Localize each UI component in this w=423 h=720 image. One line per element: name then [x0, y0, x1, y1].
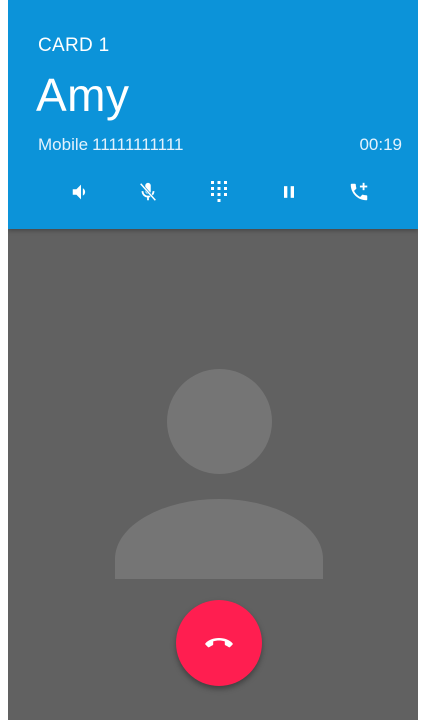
dialpad-icon: [211, 181, 227, 202]
add-call-button[interactable]: [339, 172, 379, 212]
sim-label: CARD 1: [38, 35, 110, 56]
mute-icon: [139, 182, 157, 202]
dialpad-button[interactable]: [199, 172, 239, 212]
end-call-icon: [205, 638, 233, 648]
speaker-button[interactable]: [61, 172, 101, 212]
add-call-icon: [350, 182, 368, 201]
avatar-body: [115, 499, 323, 579]
avatar-head: [167, 369, 272, 474]
caller-number-line: Mobile 11111111111: [38, 135, 183, 155]
caller-name: Amy: [36, 69, 130, 121]
call-timer: 00:19: [359, 135, 402, 154]
call-controls: [8, 172, 418, 212]
number-type: Mobile: [38, 135, 89, 154]
hold-button[interactable]: [269, 172, 309, 212]
mute-button[interactable]: [128, 172, 168, 212]
in-call-screen: CARD 1 Amy Mobile 11111111111 00:19: [8, 0, 418, 720]
end-call-button[interactable]: [176, 600, 262, 686]
speaker-icon: [72, 184, 86, 200]
hold-icon: [284, 186, 294, 198]
phone-number: 11111111111: [92, 135, 184, 154]
call-header: CARD 1 Amy Mobile 11111111111 00:19: [8, 0, 418, 229]
